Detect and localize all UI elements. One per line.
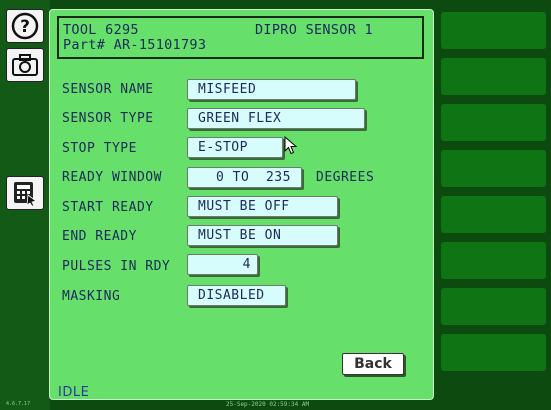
side-tile[interactable]	[441, 288, 546, 325]
tool-header: TOOL 6295 DIPRO SENSOR 1 Part# AR-151017…	[57, 16, 424, 59]
sensor-type-field[interactable]: GREEN FLEX	[187, 108, 365, 129]
sensor-settings-panel: TOOL 6295 DIPRO SENSOR 1 Part# AR-151017…	[49, 9, 434, 400]
camera-button[interactable]	[6, 48, 44, 82]
pulses-in-rdy-field[interactable]: 4	[187, 254, 258, 275]
stop-type-label: STOP TYPE	[62, 141, 137, 156]
timestamp: 25-Sep-2020 02:59:34 AM	[226, 401, 310, 408]
sensor-title: DIPRO SENSOR 1	[255, 22, 373, 38]
pulses-in-rdy-label: PULSES IN RDY	[62, 259, 171, 274]
svg-text:?: ?	[20, 17, 30, 37]
camera-icon	[12, 54, 38, 76]
keypad-button[interactable]	[6, 176, 44, 210]
keypad-icon	[14, 182, 37, 207]
help-icon: ?	[11, 12, 39, 40]
sensor-type-label: SENSOR TYPE	[62, 111, 154, 126]
masking-label: MASKING	[62, 289, 121, 304]
start-ready-field[interactable]: MUST BE OFF	[187, 196, 338, 217]
back-button[interactable]: Back	[342, 353, 404, 375]
sensor-name-label: SENSOR NAME	[62, 82, 154, 97]
status-text: IDLE	[58, 385, 90, 400]
version-label: 4.6.7.17	[6, 401, 31, 407]
start-ready-label: START READY	[62, 200, 154, 215]
mouse-cursor-icon	[284, 136, 298, 155]
tool-label: TOOL 6295	[63, 22, 139, 38]
side-tile[interactable]	[441, 196, 546, 233]
degrees-unit: DEGREES	[316, 170, 375, 185]
side-tile[interactable]	[441, 150, 546, 187]
side-tile[interactable]	[441, 12, 546, 49]
side-tile[interactable]	[441, 58, 546, 95]
side-tile[interactable]	[441, 104, 546, 141]
ready-window-label: READY WINDOW	[62, 170, 162, 185]
sensor-name-field[interactable]: MISFEED	[187, 79, 356, 100]
ready-window-field[interactable]: 0 TO 235	[187, 167, 302, 188]
help-button[interactable]: ?	[6, 9, 44, 43]
stop-type-field[interactable]: E-STOP	[187, 137, 283, 158]
end-ready-field[interactable]: MUST BE ON	[187, 225, 338, 246]
side-tile[interactable]	[441, 242, 546, 279]
part-label: Part# AR-15101793	[63, 37, 207, 53]
masking-field[interactable]: DISABLED	[187, 285, 286, 306]
end-ready-label: END READY	[62, 229, 137, 244]
side-tile[interactable]	[441, 334, 546, 371]
